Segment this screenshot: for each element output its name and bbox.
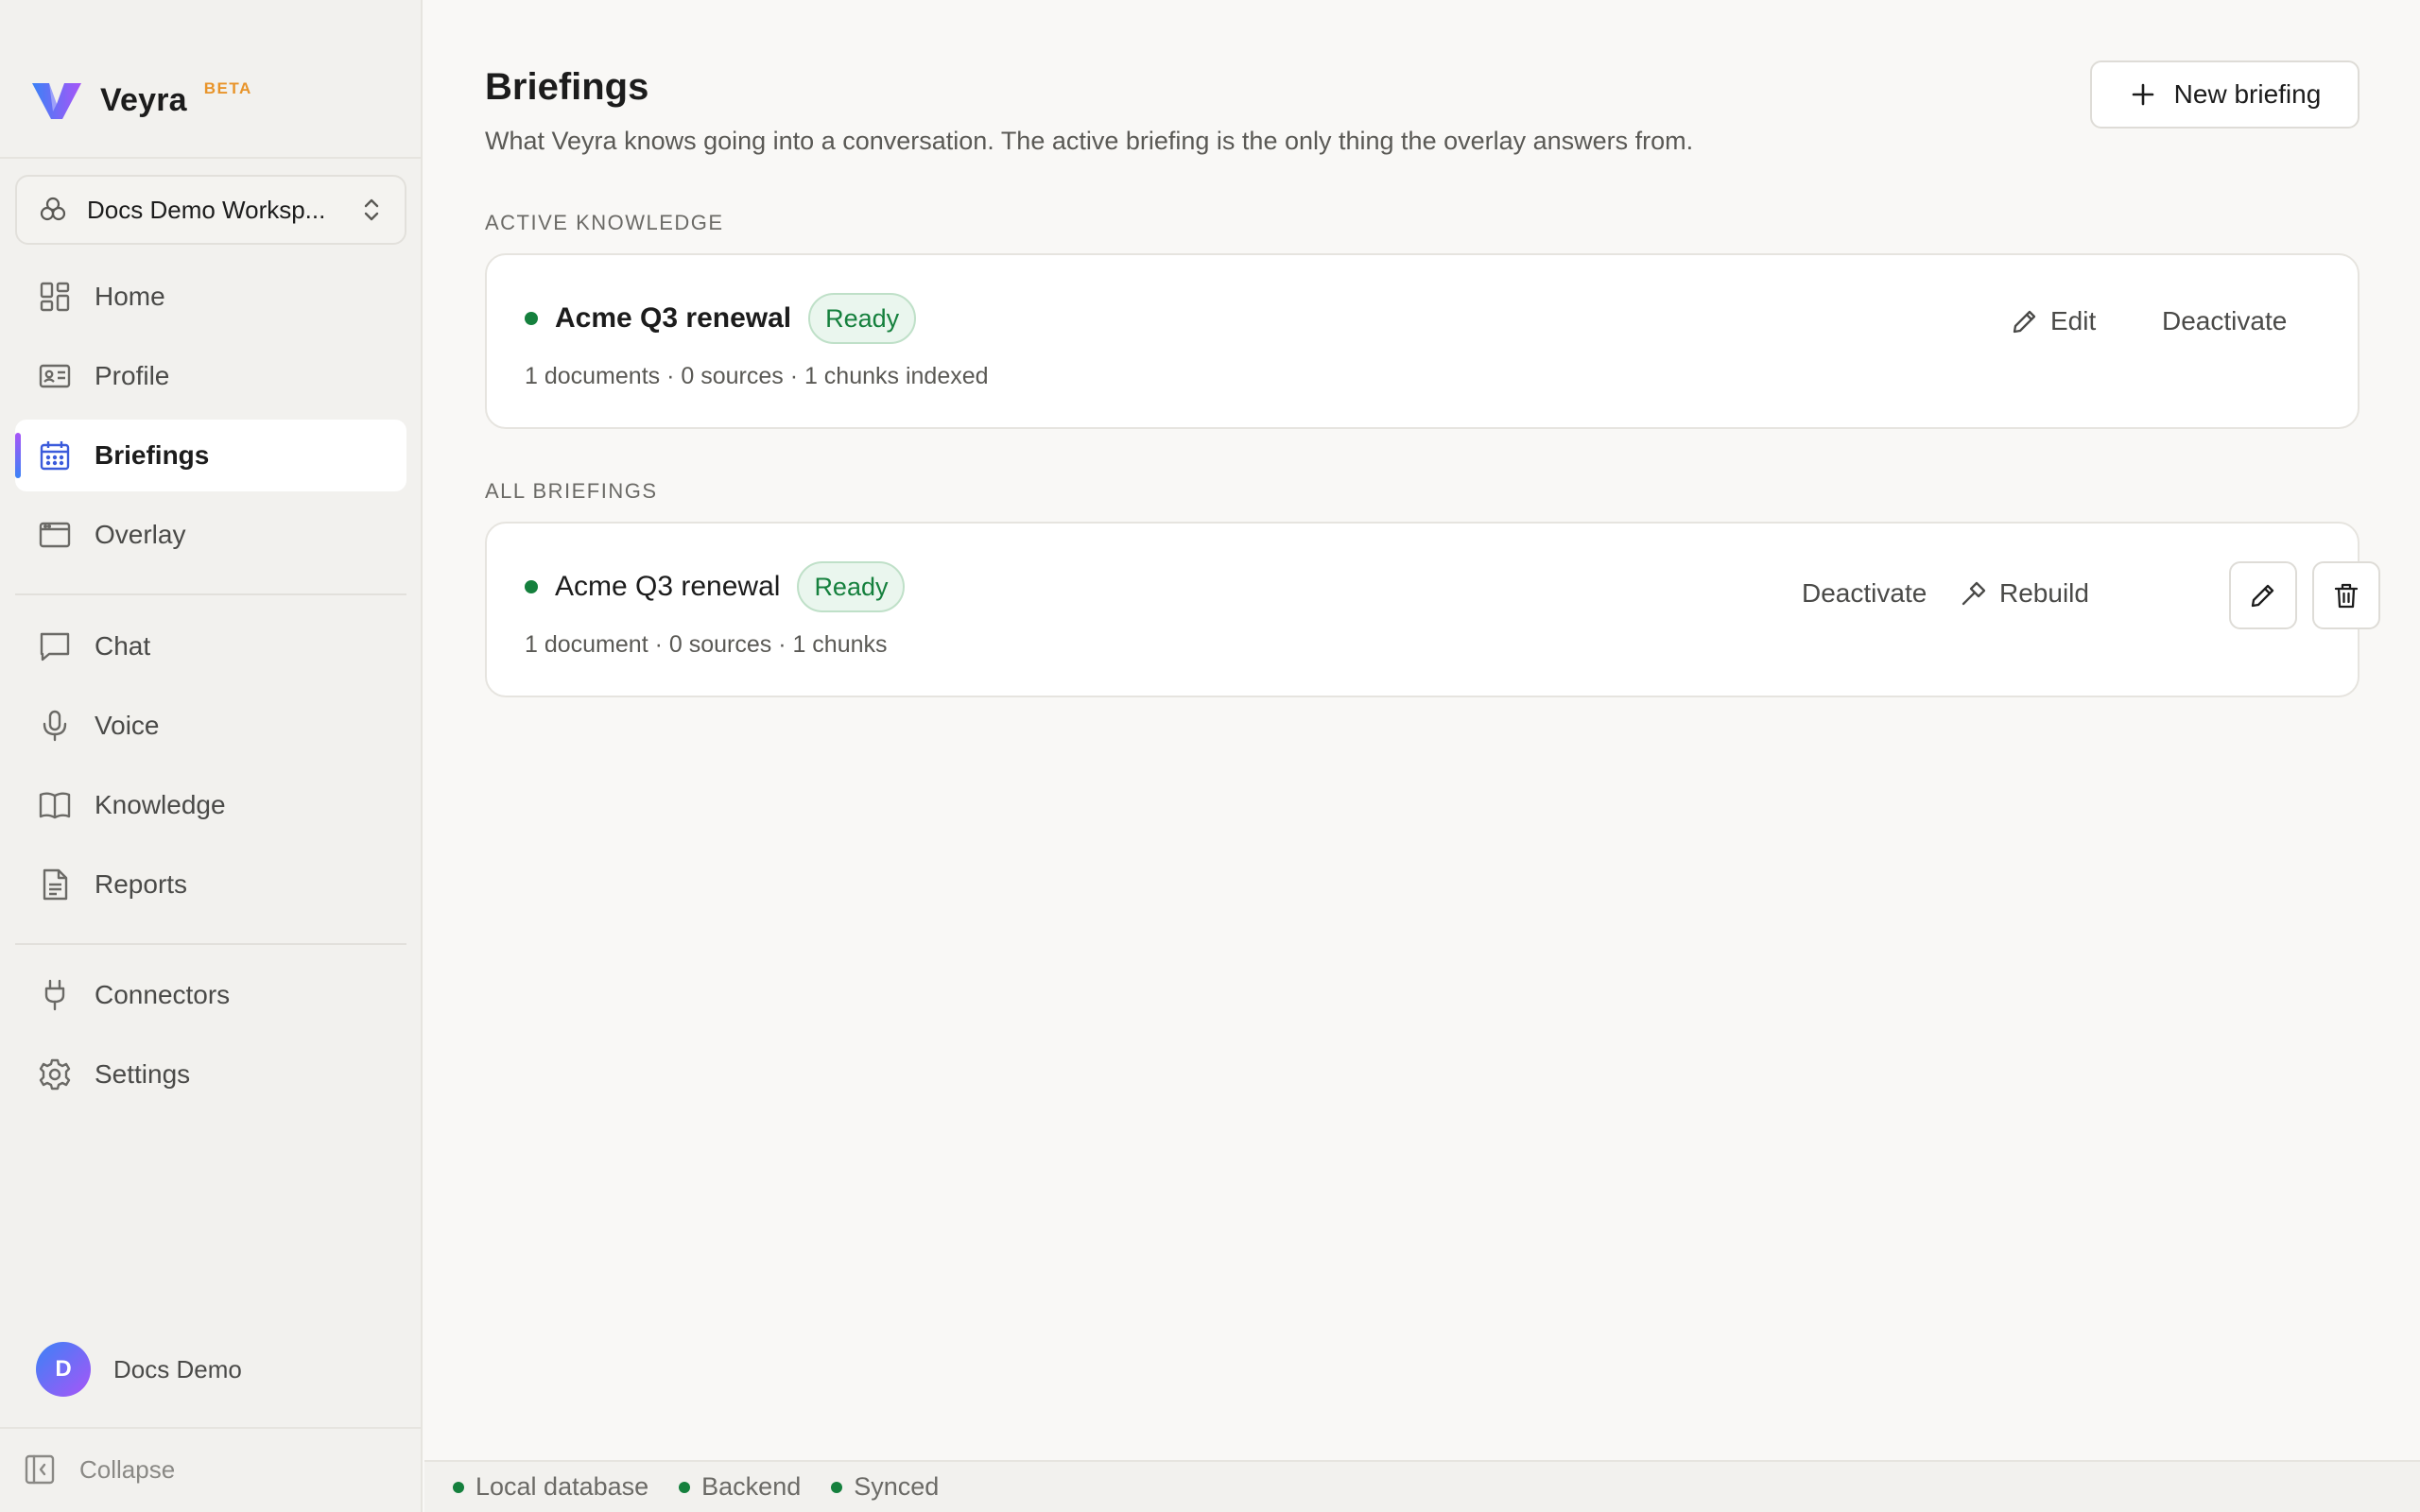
hammer-icon [1962,581,1986,606]
microphone-icon [43,710,67,742]
chat-icon [40,632,70,662]
card-title-row: Acme Q3 renewal Ready [525,293,917,344]
nav-secondary: Chat Voice Knowledge Reports [15,610,406,928]
deactivate-label: Deactivate [2162,306,2288,335]
rebuild-label: Rebuild [1999,578,2089,608]
sidebar-item-label: Home [95,282,165,311]
sidebar-item-connectors[interactable]: Connectors [15,959,406,1031]
briefing-title: Acme Q3 renewal [555,302,792,334]
veyra-logo-icon [32,83,81,119]
rebuild-button[interactable]: Rebuild [1960,578,2089,609]
status-badge: Ready [808,293,917,344]
book-icon [39,792,71,819]
main-content: Briefings What Veyra knows going into a … [424,0,2420,1460]
sidebar-item-label: Reports [95,869,188,899]
status-synced: Synced [831,1472,939,1502]
plus-icon [2132,83,2153,106]
status-label: Local database [475,1472,649,1501]
card-title-row: Acme Q3 renewal Ready [525,561,906,612]
status-backend: Backend [679,1472,801,1502]
briefing-meta: 1 documents · 0 sources · 1 chunks index… [525,363,989,389]
nav-primary: Home Profile Briefings Overlay [15,261,406,578]
status-label: Synced [854,1472,940,1501]
dashboard-icon [40,282,70,312]
section-label-active: ACTIVE KNOWLEDGE [485,211,724,234]
gear-icon [39,1058,71,1091]
status-dot [831,1481,843,1493]
sidebar-item-settings[interactable]: Settings [15,1039,406,1110]
briefing-meta: 1 document · 0 sources · 1 chunks [525,631,888,658]
collapse-button[interactable]: Collapse [23,1452,175,1486]
sidebar-collapse-icon [25,1454,55,1485]
plug-icon [44,979,65,1011]
deactivate-label: Deactivate [1802,578,1927,608]
briefing-title: Acme Q3 renewal [555,571,781,602]
sidebar-item-label: Connectors [95,980,231,1009]
sidebar-item-reports[interactable]: Reports [15,849,406,920]
sidebar: Veyra BETA Docs Demo Worksp... Home Prof… [0,0,423,1512]
sidebar-item-label: Chat [95,631,151,661]
new-briefing-button[interactable]: New briefing [2090,60,2360,129]
beta-badge: BETA [203,79,252,97]
sidebar-item-label: Settings [95,1059,191,1089]
pencil-icon [2251,584,2274,608]
window-icon [39,522,71,548]
workspace-icon [40,197,66,221]
status-local-database: Local database [453,1472,648,1502]
sidebar-item-profile[interactable]: Profile [15,340,406,412]
trash-icon [2334,583,2359,609]
status-label: Backend [701,1472,802,1501]
pencil-icon [2013,310,2036,334]
status-badge: Ready [797,561,906,612]
edit-button[interactable]: Edit [2011,306,2096,336]
new-briefing-label: New briefing [2173,79,2322,109]
collapse-label: Collapse [79,1454,176,1484]
sidebar-item-voice[interactable]: Voice [15,690,406,762]
calendar-icon [40,441,70,471]
workspace-name: Docs Demo Worksp... [87,195,326,224]
divider [15,593,406,595]
status-dot [525,312,538,325]
sidebar-item-label: Profile [95,361,170,390]
user-menu[interactable]: D Docs Demo [36,1342,242,1397]
edit-icon-button[interactable] [2229,561,2297,629]
avatar: D [36,1342,91,1397]
sidebar-item-label: Voice [95,711,160,740]
workspace-switcher[interactable]: Docs Demo Worksp... [15,175,406,245]
section-label-all: ALL BRIEFINGS [485,479,658,503]
active-briefing-card: Acme Q3 renewal Ready 1 documents · 0 so… [485,253,2360,429]
id-card-icon [39,364,71,388]
delete-icon-button[interactable] [2312,561,2380,629]
page-subtitle: What Veyra knows going into a conversati… [485,127,1694,155]
sidebar-item-knowledge[interactable]: Knowledge [15,769,406,841]
document-icon [43,868,68,901]
sidebar-item-chat[interactable]: Chat [15,610,406,682]
sidebar-item-briefings[interactable]: Briefings [15,420,406,491]
divider [0,157,421,159]
status-dot [453,1481,464,1493]
sidebar-item-label: Knowledge [95,790,226,819]
deactivate-button[interactable]: Deactivate [2162,306,2287,336]
edit-label: Edit [2050,306,2097,335]
page-title: Briefings [485,66,649,108]
chevron-up-down-icon [364,198,379,221]
sidebar-item-label: Briefings [95,440,210,470]
status-dot [679,1481,691,1493]
sidebar-item-overlay[interactable]: Overlay [15,499,406,571]
briefing-list-item: Acme Q3 renewal Ready 1 document · 0 sou… [485,522,2380,697]
brand[interactable]: Veyra BETA [30,77,252,123]
deactivate-button[interactable]: Deactivate [1802,578,1927,609]
divider [15,943,406,945]
nav-tertiary: Connectors Settings [15,959,406,1118]
sidebar-item-label: Overlay [95,520,186,549]
app-name: Veyra [100,81,187,118]
sidebar-item-home[interactable]: Home [15,261,406,333]
status-bar: Local database Backend Synced [424,1460,2420,1512]
user-name: Docs Demo [113,1354,242,1383]
status-dot [525,580,538,593]
divider [0,1427,421,1429]
